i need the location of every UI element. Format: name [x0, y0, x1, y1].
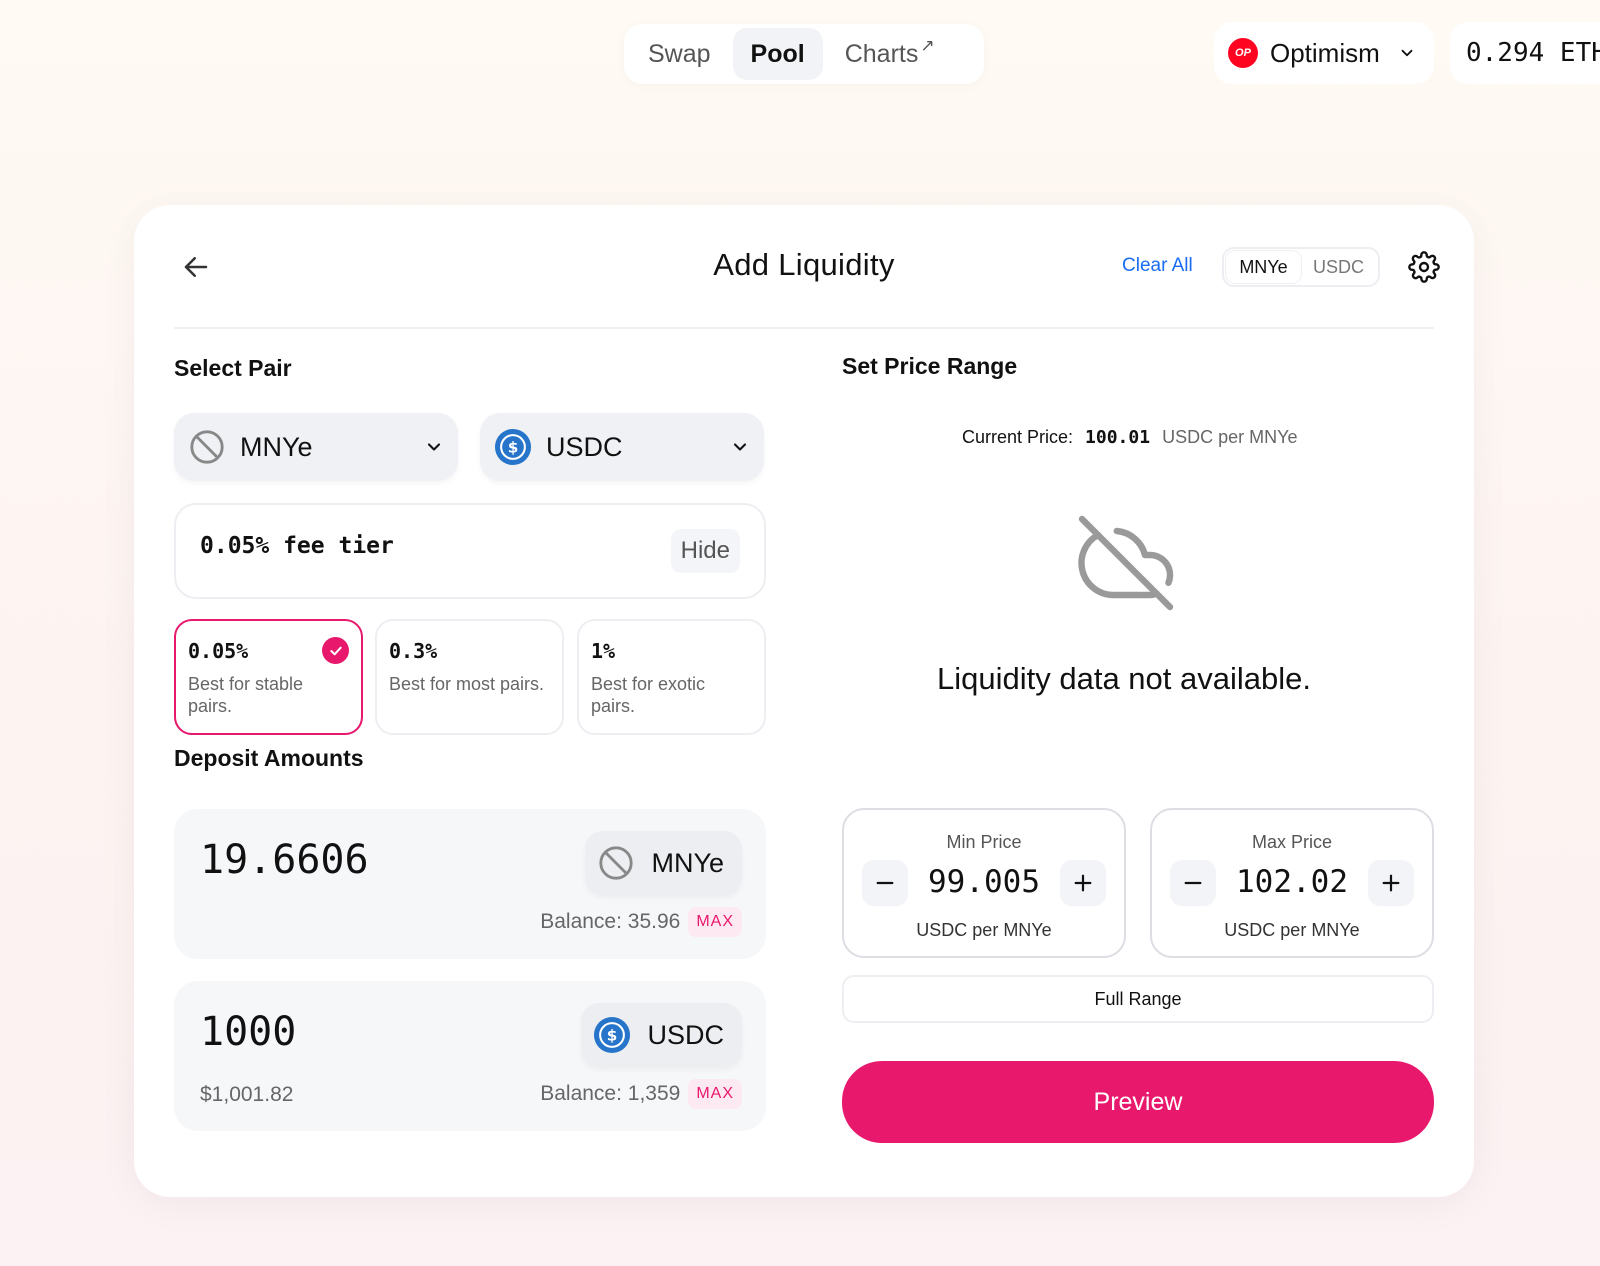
max-price-unit: USDC per MNYe [1224, 920, 1360, 940]
fee-option-pct: 1% [591, 639, 616, 663]
no-icon-token-icon [599, 846, 634, 880]
svg-text:$: $ [607, 1027, 618, 1045]
balance-text: Balance: 1,359 [540, 1082, 681, 1105]
optimism-logo-icon: OP [1228, 38, 1258, 68]
deposit-amount-input[interactable]: 19.6606 [200, 837, 369, 883]
deposit-input-mnye[interactable]: 19.6606 MNYe Balance: 35.96 MAX [174, 809, 766, 959]
tab-pool[interactable]: Pool [732, 28, 823, 80]
chevron-down-icon [1401, 49, 1413, 57]
min-price-unit: USDC per MNYe [916, 920, 1052, 940]
token-a-label: MNYe [240, 431, 313, 462]
toggle-mnye[interactable]: MNYe [1226, 251, 1301, 283]
usdc-logo-icon: $ [494, 428, 532, 466]
fee-option-03[interactable]: 0.3% Best for most pairs. [375, 619, 564, 735]
fee-option-pct: 0.3% [389, 639, 438, 663]
cloud-off-icon [1078, 515, 1174, 611]
gear-icon [1408, 251, 1440, 283]
max-button[interactable]: MAX [688, 907, 742, 937]
hide-fee-options-button[interactable]: Hide [670, 529, 740, 573]
token-a-select[interactable]: MNYe [174, 413, 458, 481]
tab-charts[interactable]: Charts ↗ [827, 28, 953, 80]
current-price-value: 100.01 [1085, 427, 1151, 448]
plus-icon [1382, 874, 1400, 892]
select-pair-label: Select Pair [174, 355, 292, 381]
fee-option-desc: Best for stable pairs. [188, 674, 304, 716]
deposit-balance: Balance: 1,359 MAX [540, 1079, 742, 1109]
current-price-label: Current Price: [962, 427, 1074, 447]
deposit-amount-input[interactable]: 1000 [200, 1009, 296, 1055]
fee-option-005[interactable]: 0.05% Best for stable pairs. [174, 619, 363, 735]
fee-tier-label: 0.05% fee tier [200, 533, 394, 559]
tab-pool-label: Pool [750, 39, 805, 68]
deposit-token-label: MNYe [651, 847, 724, 878]
balance-text: Balance: 35.96 [540, 910, 681, 933]
max-price-increment-button[interactable] [1368, 860, 1414, 906]
network-label: Optimism [1270, 37, 1380, 68]
deposit-token-label: USDC [647, 1019, 724, 1050]
add-liquidity-card: Add Liquidity Clear All MNYe USDC Select… [134, 205, 1474, 1197]
chevron-down-icon [733, 443, 747, 451]
external-link-icon: ↗ [920, 36, 935, 55]
fee-option-desc: Best for exotic pairs. [591, 674, 706, 716]
current-price-unit: USDC per MNYe [1162, 427, 1298, 447]
deposit-usd-value: $1,001.82 [200, 1083, 294, 1106]
wallet-balance: 0.294 ETH [1466, 38, 1600, 68]
min-price-label: Min Price [946, 832, 1022, 852]
token-b-label: USDC [546, 431, 623, 462]
tab-swap[interactable]: Swap [630, 28, 729, 80]
svg-text:$: $ [508, 439, 519, 457]
chevron-down-icon [427, 443, 441, 451]
clear-all-button[interactable]: Clear All [1122, 255, 1193, 277]
max-price-label: Max Price [1251, 832, 1332, 852]
usdc-logo-icon: $ [594, 1016, 631, 1054]
header-divider [174, 327, 1434, 329]
deposit-amounts-label: Deposit Amounts [174, 745, 364, 771]
settings-button[interactable] [1404, 247, 1444, 287]
no-icon-token-icon [190, 430, 224, 464]
deposit-input-usdc[interactable]: 1000 $ USDC $1,001.82 Balance: 1,359 MAX [174, 981, 766, 1131]
preview-button[interactable]: Preview [842, 1061, 1434, 1143]
tab-swap-label: Swap [648, 39, 711, 68]
nav-tabs: Swap Pool Charts ↗ [624, 24, 984, 84]
network-selector[interactable]: OP Optimism [1214, 22, 1434, 84]
min-price-increment-button[interactable] [1060, 860, 1106, 906]
max-button[interactable]: MAX [688, 1079, 742, 1109]
set-price-range-label: Set Price Range [842, 353, 1018, 379]
toggle-usdc[interactable]: USDC [1301, 251, 1376, 283]
plus-icon [1074, 874, 1092, 892]
deposit-token-button[interactable]: MNYe [585, 831, 742, 895]
full-range-button[interactable]: Full Range [842, 975, 1434, 1023]
min-price-box: Min Price 99.005 USDC per MNYe [842, 808, 1126, 958]
current-price: Current Price: 100.01 USDC per MNYe [962, 427, 1297, 448]
max-price-box: Max Price 102.02 USDC per MNYe [1150, 808, 1434, 958]
tab-charts-label: Charts [844, 39, 919, 68]
no-data-message: Liquidity data not available. [937, 661, 1311, 696]
fee-option-1[interactable]: 1% Best for exotic pairs. [577, 619, 766, 735]
check-icon [322, 637, 349, 664]
token-toggle: MNYe USDC [1222, 247, 1380, 287]
wallet-balance-button[interactable]: 0.294 ETH [1450, 22, 1600, 84]
token-b-select[interactable]: $ USDC [480, 413, 764, 481]
deposit-token-button[interactable]: $ USDC [581, 1003, 742, 1067]
fee-option-desc: Best for most pairs. [389, 674, 545, 694]
fee-tier-box: 0.05% fee tier Hide [174, 503, 766, 599]
deposit-balance: Balance: 35.96 MAX [540, 907, 742, 937]
